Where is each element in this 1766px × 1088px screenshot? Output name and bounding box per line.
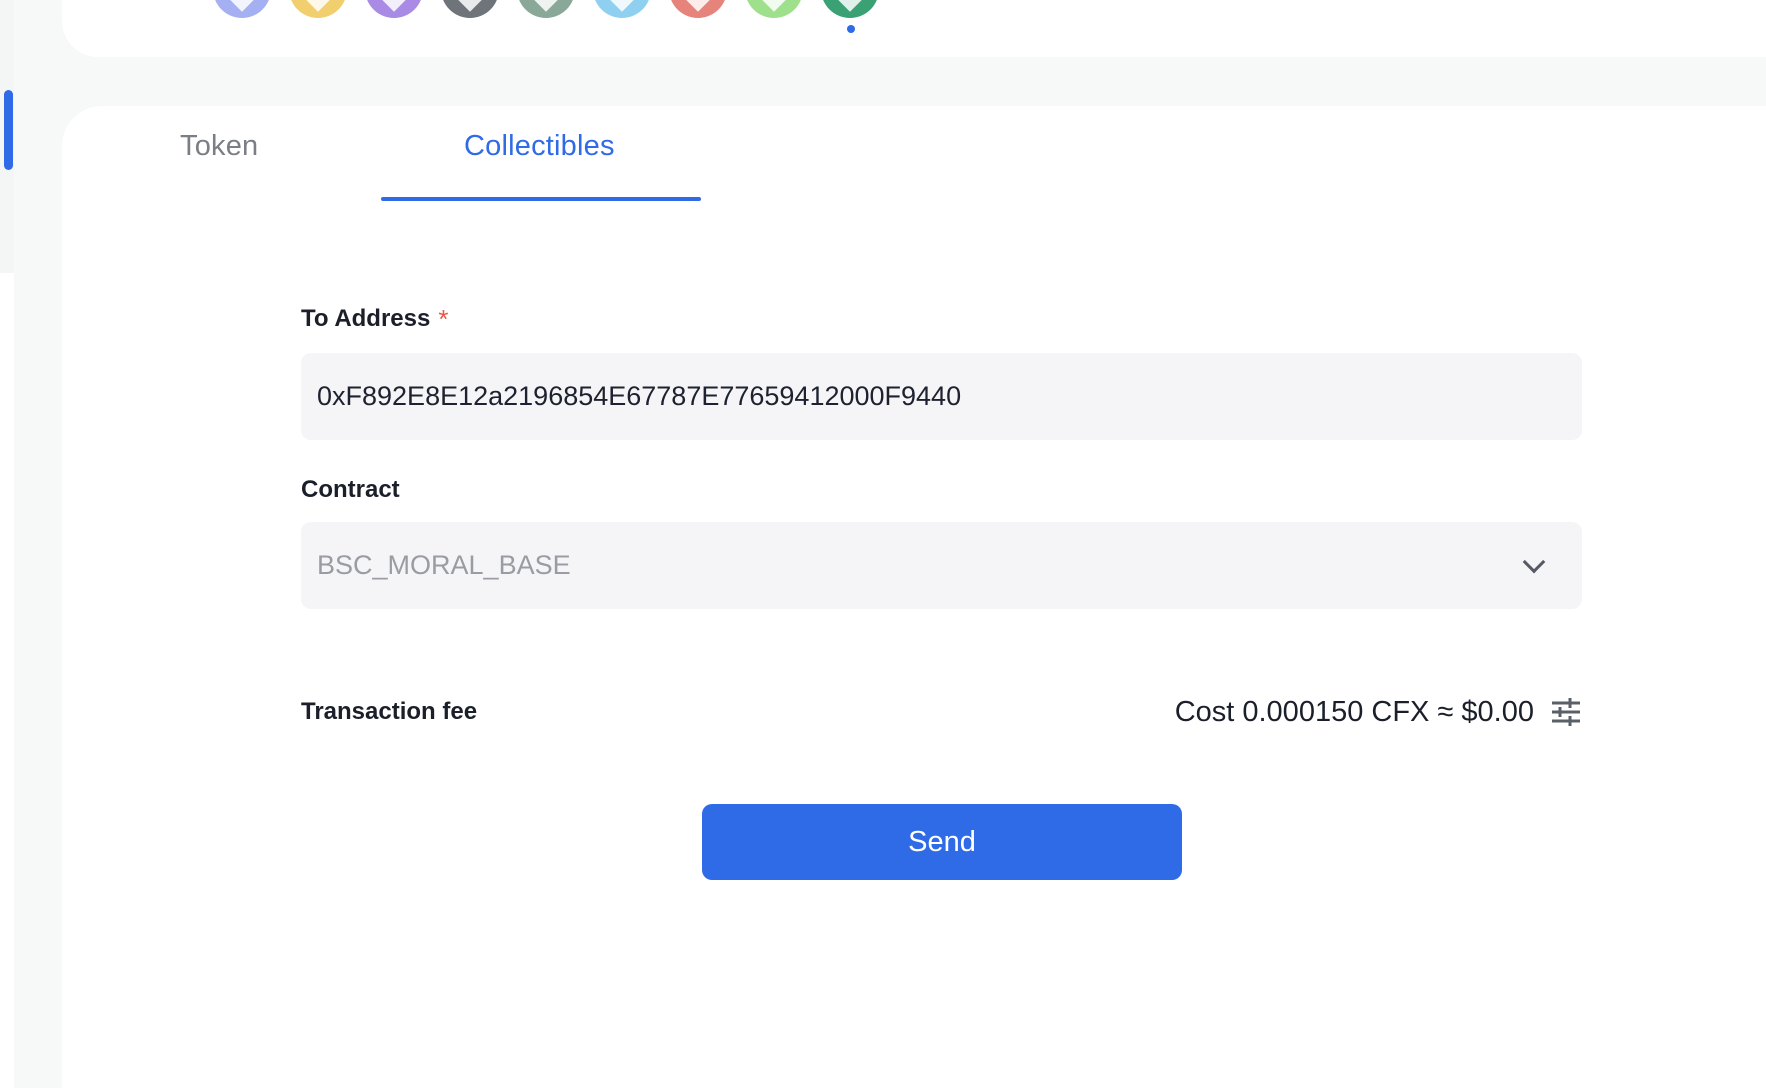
transaction-fee-info: Cost 0.000150 CFX ≈ $0.00 [1175, 696, 1582, 729]
transaction-fee-row: Transaction fee Cost 0.000150 CFX ≈ $0.0… [301, 690, 1582, 734]
contract-label: Contract [301, 476, 400, 503]
fee-settings-icon[interactable] [1550, 696, 1582, 728]
contract-selected-value: BSC_MORAL_BASE [317, 550, 571, 580]
tab-token[interactable]: Token [180, 130, 258, 163]
chain-glyph [837, 0, 863, 12]
scroll-indicator[interactable] [4, 90, 13, 170]
contract-select[interactable]: BSC_MORAL_BASE [301, 522, 1582, 609]
transaction-fee-value: Cost 0.000150 CFX ≈ $0.00 [1174, 695, 1534, 728]
chain-glyph [761, 0, 787, 12]
chain-glyph [533, 0, 559, 12]
send-button[interactable]: Send [702, 804, 1182, 880]
chain-glyph [609, 0, 635, 12]
chain-glyph [381, 0, 407, 12]
send-form: To Address * 0xF892E8E12a2196854E67787E7… [301, 300, 1582, 609]
to-address-input[interactable]: 0xF892E8E12a2196854E67787E77659412000F94… [301, 353, 1582, 440]
active-network-indicator [847, 25, 855, 33]
send-page: Token Collectibles To Address * 0xF892E8… [0, 0, 1766, 1088]
active-tab-underline [381, 197, 701, 201]
chain-glyph [685, 0, 711, 12]
to-address-value: 0xF892E8E12a2196854E67787E77659412000F94… [317, 381, 962, 411]
tab-collectibles[interactable]: Collectibles [464, 130, 615, 163]
left-strip-lower [0, 273, 14, 1088]
chain-glyph [229, 0, 255, 12]
chain-glyph [305, 0, 331, 12]
to-address-label-text: To Address [301, 305, 431, 332]
chevron-down-icon [1522, 550, 1546, 573]
transaction-fee-label: Transaction fee [301, 698, 478, 725]
chain-glyph [457, 0, 483, 12]
required-asterisk: * [438, 303, 449, 334]
to-address-label: To Address * [301, 300, 1582, 338]
